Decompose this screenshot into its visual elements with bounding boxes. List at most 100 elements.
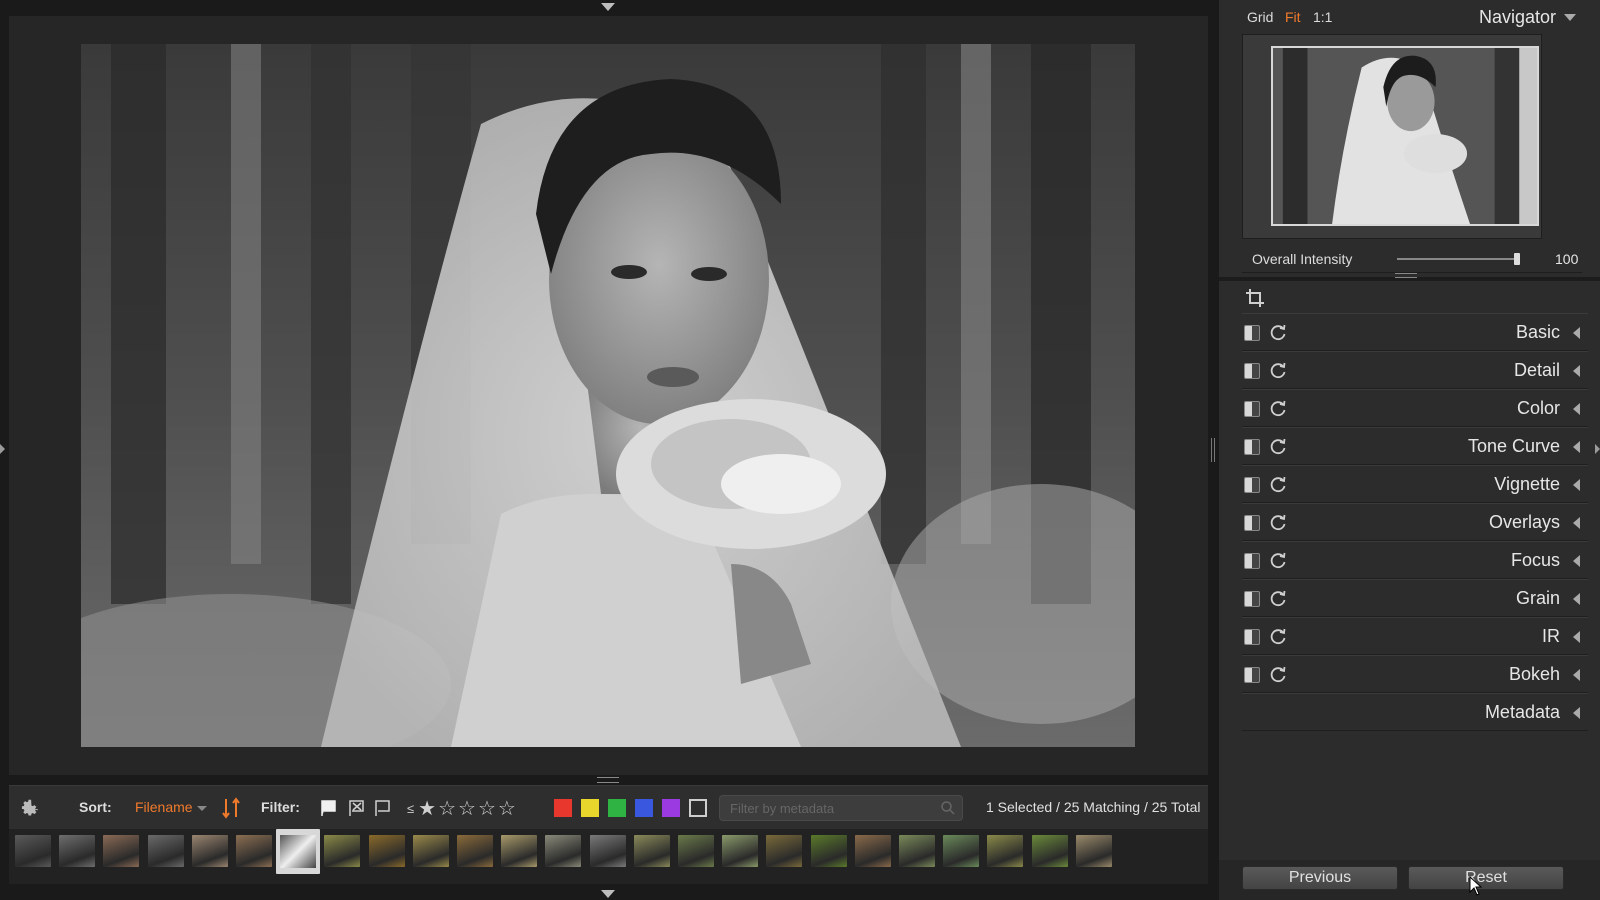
filmstrip-thumbnail[interactable] bbox=[103, 835, 140, 867]
filmstrip-thumbnail[interactable] bbox=[589, 835, 626, 867]
star-icon[interactable]: ☆ bbox=[458, 796, 476, 821]
chevron-left-icon[interactable] bbox=[1573, 517, 1580, 529]
reset-icon[interactable] bbox=[1268, 551, 1288, 571]
star-icon[interactable]: ☆ bbox=[498, 796, 516, 821]
intensity-slider[interactable] bbox=[1397, 253, 1520, 265]
filmstrip-thumbnail[interactable] bbox=[810, 835, 847, 867]
filmstrip-thumbnail[interactable] bbox=[545, 835, 582, 867]
color-filter-green[interactable] bbox=[608, 799, 626, 817]
filmstrip-thumbnail[interactable] bbox=[633, 835, 670, 867]
filmstrip-thumbnail[interactable] bbox=[15, 835, 51, 867]
previous-button[interactable]: Previous bbox=[1242, 866, 1398, 890]
chevron-down-icon[interactable] bbox=[197, 806, 207, 811]
chevron-down-icon[interactable] bbox=[1564, 14, 1576, 21]
adjustment-row-vignette[interactable]: Vignette bbox=[1242, 465, 1588, 503]
adjustment-row-detail[interactable]: Detail bbox=[1242, 351, 1588, 389]
before-after-toggle-icon[interactable] bbox=[1244, 667, 1260, 683]
color-filter-blue[interactable] bbox=[635, 799, 653, 817]
before-after-toggle-icon[interactable] bbox=[1244, 477, 1260, 493]
collapse-bottom-arrow-icon[interactable] bbox=[601, 890, 615, 898]
intensity-value[interactable]: 100 bbox=[1555, 251, 1578, 267]
color-filter-purple[interactable] bbox=[662, 799, 680, 817]
adjustment-row-overlays[interactable]: Overlays bbox=[1242, 503, 1588, 541]
filmstrip-thumbnail[interactable] bbox=[147, 835, 184, 867]
tab-fit[interactable]: Fit bbox=[1285, 9, 1301, 25]
sort-dropdown[interactable]: Filename bbox=[135, 799, 193, 815]
filmstrip-thumbnail[interactable] bbox=[59, 835, 96, 867]
adjustment-row-metadata[interactable]: Metadata bbox=[1242, 693, 1588, 731]
reset-icon[interactable] bbox=[1268, 437, 1288, 457]
chevron-left-icon[interactable] bbox=[1573, 707, 1580, 719]
color-filter-none[interactable] bbox=[689, 799, 707, 817]
navigator-title[interactable]: Navigator bbox=[1479, 7, 1556, 28]
reset-icon[interactable] bbox=[1268, 323, 1288, 343]
filmstrip-thumbnail[interactable] bbox=[236, 835, 272, 867]
chevron-left-icon[interactable] bbox=[1573, 441, 1580, 453]
filmstrip-thumbnail[interactable] bbox=[766, 835, 803, 867]
metadata-filter-field[interactable] bbox=[719, 795, 963, 821]
panel-resize-grip[interactable] bbox=[1395, 273, 1417, 278]
adjustment-row-ir[interactable]: IR bbox=[1242, 617, 1588, 655]
adjustment-row-bokeh[interactable]: Bokeh bbox=[1242, 655, 1588, 693]
chevron-left-icon[interactable] bbox=[1573, 631, 1580, 643]
color-filter-yellow[interactable] bbox=[581, 799, 599, 817]
sort-direction-icon[interactable] bbox=[221, 796, 241, 820]
filmstrip-thumbnail[interactable] bbox=[987, 835, 1024, 867]
adjustment-row-focus[interactable]: Focus bbox=[1242, 541, 1588, 579]
crop-icon[interactable] bbox=[1245, 288, 1265, 308]
filmstrip-thumbnail[interactable] bbox=[324, 835, 361, 867]
filmstrip-thumbnail[interactable] bbox=[1031, 835, 1068, 867]
collapse-left-arrow-icon[interactable] bbox=[0, 444, 5, 454]
star-filled-icon[interactable]: ★ bbox=[418, 796, 436, 821]
reset-icon[interactable] bbox=[1268, 361, 1288, 381]
star-icon[interactable]: ☆ bbox=[438, 796, 456, 821]
tab-grid[interactable]: Grid bbox=[1247, 9, 1273, 25]
star-icon[interactable]: ☆ bbox=[478, 796, 496, 821]
tab-1-1[interactable]: 1:1 bbox=[1313, 9, 1332, 25]
chevron-left-icon[interactable] bbox=[1573, 365, 1580, 377]
before-after-toggle-icon[interactable] bbox=[1244, 591, 1260, 607]
chevron-left-icon[interactable] bbox=[1573, 593, 1580, 605]
adjustment-row-color[interactable]: Color bbox=[1242, 389, 1588, 427]
adjustment-row-grain[interactable]: Grain bbox=[1242, 579, 1588, 617]
reset-icon[interactable] bbox=[1268, 475, 1288, 495]
reset-icon[interactable] bbox=[1268, 399, 1288, 419]
adjustment-row-basic[interactable]: Basic bbox=[1242, 313, 1588, 351]
before-after-toggle-icon[interactable] bbox=[1244, 515, 1260, 531]
before-after-toggle-icon[interactable] bbox=[1244, 553, 1260, 569]
before-after-toggle-icon[interactable] bbox=[1244, 439, 1260, 455]
before-after-toggle-icon[interactable] bbox=[1244, 629, 1260, 645]
filmstrip-thumbnail[interactable] bbox=[854, 835, 891, 867]
filmstrip-thumbnail[interactable] bbox=[943, 835, 980, 867]
filmstrip-resize-grip[interactable] bbox=[597, 777, 619, 783]
flag-rejected-icon[interactable] bbox=[347, 798, 367, 818]
filmstrip-thumbnail[interactable] bbox=[899, 835, 935, 867]
filmstrip-thumbnail[interactable] bbox=[678, 835, 714, 867]
filmstrip-thumbnail[interactable] bbox=[276, 829, 321, 874]
before-after-toggle-icon[interactable] bbox=[1244, 401, 1260, 417]
filmstrip-thumbnail[interactable] bbox=[412, 835, 449, 867]
chevron-left-icon[interactable] bbox=[1573, 555, 1580, 567]
reset-button[interactable]: Reset bbox=[1408, 866, 1564, 890]
intensity-slider-handle[interactable] bbox=[1514, 253, 1520, 265]
chevron-left-icon[interactable] bbox=[1573, 327, 1580, 339]
color-filter-red[interactable] bbox=[554, 799, 572, 817]
filmstrip-thumbnail[interactable] bbox=[501, 835, 538, 867]
chevron-left-icon[interactable] bbox=[1573, 479, 1580, 491]
filmstrip-thumbnail[interactable] bbox=[457, 835, 493, 867]
main-photo[interactable] bbox=[81, 44, 1135, 747]
navigator-thumbnail[interactable] bbox=[1271, 46, 1539, 226]
reset-icon[interactable] bbox=[1268, 513, 1288, 533]
reset-icon[interactable] bbox=[1268, 627, 1288, 647]
gear-icon[interactable] bbox=[19, 797, 41, 819]
before-after-toggle-icon[interactable] bbox=[1244, 325, 1260, 341]
rating-operator[interactable]: ≤ bbox=[407, 801, 414, 816]
filmstrip-thumbnail[interactable] bbox=[191, 835, 228, 867]
rating-filter[interactable]: ≤ ★ ☆ ☆ ☆ ☆ bbox=[407, 796, 516, 821]
collapse-top-arrow-icon[interactable] bbox=[601, 3, 615, 11]
filmstrip-thumbnail[interactable] bbox=[1075, 835, 1112, 867]
chevron-left-icon[interactable] bbox=[1573, 403, 1580, 415]
chevron-left-icon[interactable] bbox=[1573, 669, 1580, 681]
filmstrip-thumbnail[interactable] bbox=[722, 835, 759, 867]
panel-split-handle[interactable] bbox=[1211, 438, 1215, 462]
